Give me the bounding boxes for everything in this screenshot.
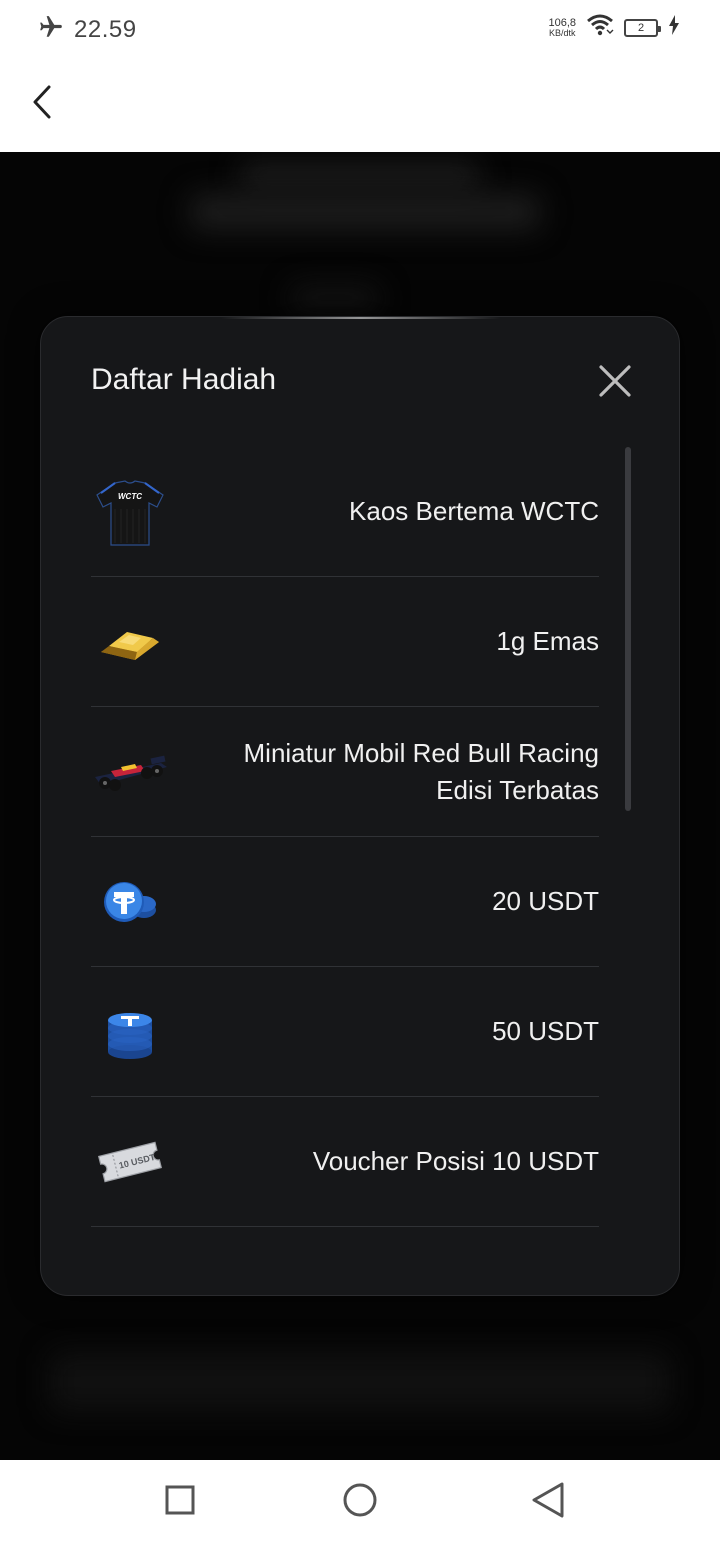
tshirt-icon: WCTC	[91, 473, 169, 551]
modal-scrollbar[interactable]	[625, 447, 631, 811]
blurred-subheading	[190, 194, 540, 230]
prize-label: 50 USDT	[492, 1016, 599, 1046]
tshirt-print-text: WCTC	[118, 492, 142, 501]
network-speed: 106,8 KB/dtk	[548, 16, 576, 38]
prize-label: Kaos Bertema WCTC	[349, 496, 599, 526]
close-icon	[597, 365, 633, 403]
wifi-icon	[586, 14, 614, 41]
home-icon	[342, 1482, 378, 1523]
recent-apps-button[interactable]	[158, 1480, 202, 1524]
prize-label: Miniatur Mobil Red Bull Racing Edisi Ter…	[244, 735, 599, 809]
close-button[interactable]	[597, 363, 633, 399]
system-back-button[interactable]	[526, 1480, 570, 1524]
chevron-left-icon	[31, 84, 53, 125]
prize-label-line1: Miniatur Mobil Red Bull Racing	[243, 737, 599, 768]
home-button[interactable]	[338, 1480, 382, 1524]
prize-label: 20 USDT	[492, 886, 599, 916]
airplane-icon	[38, 14, 64, 45]
system-nav-bar	[0, 1460, 720, 1544]
status-left: 22.59	[38, 14, 137, 45]
prize-item-gold: 1g Emas	[91, 577, 599, 707]
charging-icon	[668, 15, 680, 40]
prize-list-modal: Daftar Hadiah WCTC Kaos Bertema WCTC 1g …	[40, 316, 680, 1296]
prize-label-line2: Edisi Terbatas	[436, 774, 599, 805]
prize-label: Voucher Posisi 10 USDT	[312, 1146, 599, 1176]
recent-apps-icon	[164, 1484, 196, 1521]
back-triangle-icon	[530, 1481, 566, 1524]
app-header	[0, 56, 720, 152]
network-speed-value: 106,8	[548, 16, 576, 29]
status-right: 106,8 KB/dtk 2	[548, 14, 680, 41]
prize-item-race-car: Miniatur Mobil Red Bull Racing Edisi Ter…	[91, 707, 599, 837]
prize-item-20-usdt: 20 USDT	[91, 837, 599, 967]
prize-item-50-usdt: 50 USDT	[91, 967, 599, 1097]
usdt-coins-icon	[91, 863, 169, 941]
usdt-coin-stack-icon	[91, 993, 169, 1071]
blurred-footer-row	[50, 1352, 670, 1412]
gold-bar-icon	[91, 603, 169, 681]
battery-level: 2	[637, 21, 645, 34]
blurred-badge	[290, 286, 380, 310]
race-car-icon	[91, 733, 169, 811]
blurred-heading	[240, 162, 480, 190]
battery-icon: 2	[624, 18, 661, 37]
prize-list: WCTC Kaos Bertema WCTC 1g Emas Miniatur …	[91, 447, 599, 1227]
prize-item-tshirt: WCTC Kaos Bertema WCTC	[91, 447, 599, 577]
modal-title: Daftar Hadiah	[91, 363, 277, 396]
prize-label: 1g Emas	[496, 626, 599, 656]
back-button[interactable]	[22, 78, 62, 130]
voucher-ticket-icon: 10 USDT	[91, 1123, 169, 1201]
prize-item-voucher: 10 USDT Voucher Posisi 10 USDT	[91, 1097, 599, 1227]
network-speed-unit: KB/dtk	[548, 27, 576, 38]
status-bar: 22.59 106,8 KB/dtk 2	[0, 0, 720, 56]
status-time: 22.59	[74, 15, 137, 43]
